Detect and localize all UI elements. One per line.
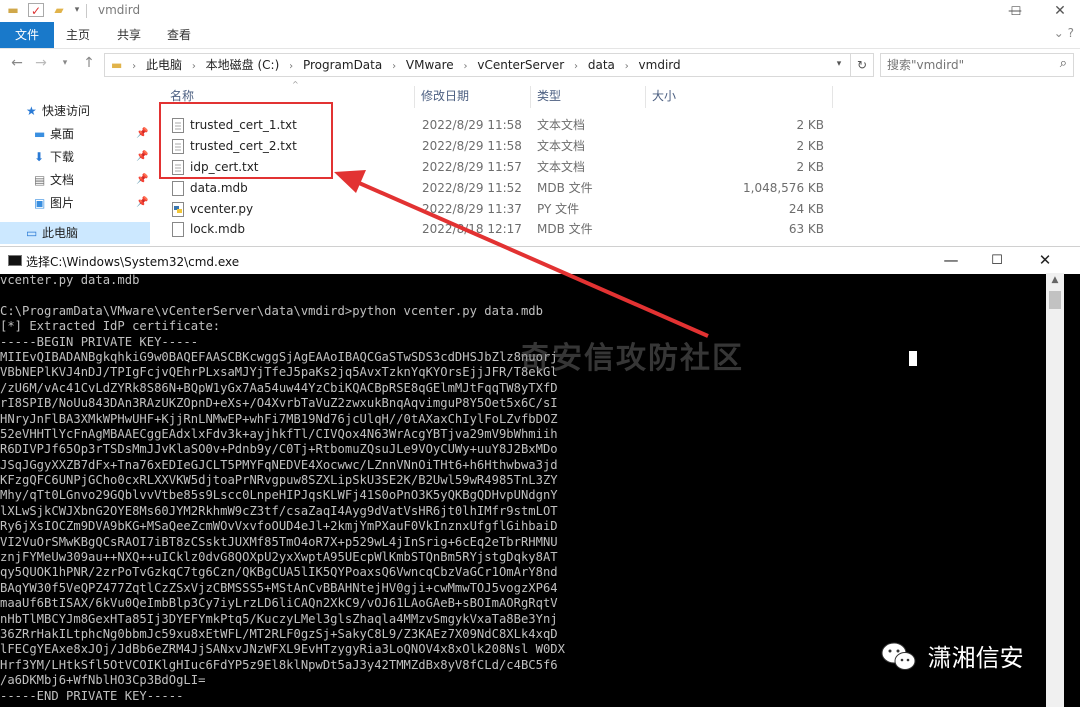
arrow-head: [334, 170, 366, 193]
arrow-line: [349, 177, 709, 338]
watermark-text: 奇安信攻防社区: [520, 341, 744, 376]
wechat-account-name: 潇湘信安: [927, 644, 1024, 672]
wechat-badge: 潇湘信安: [880, 640, 1024, 676]
wechat-icon: [880, 640, 920, 676]
